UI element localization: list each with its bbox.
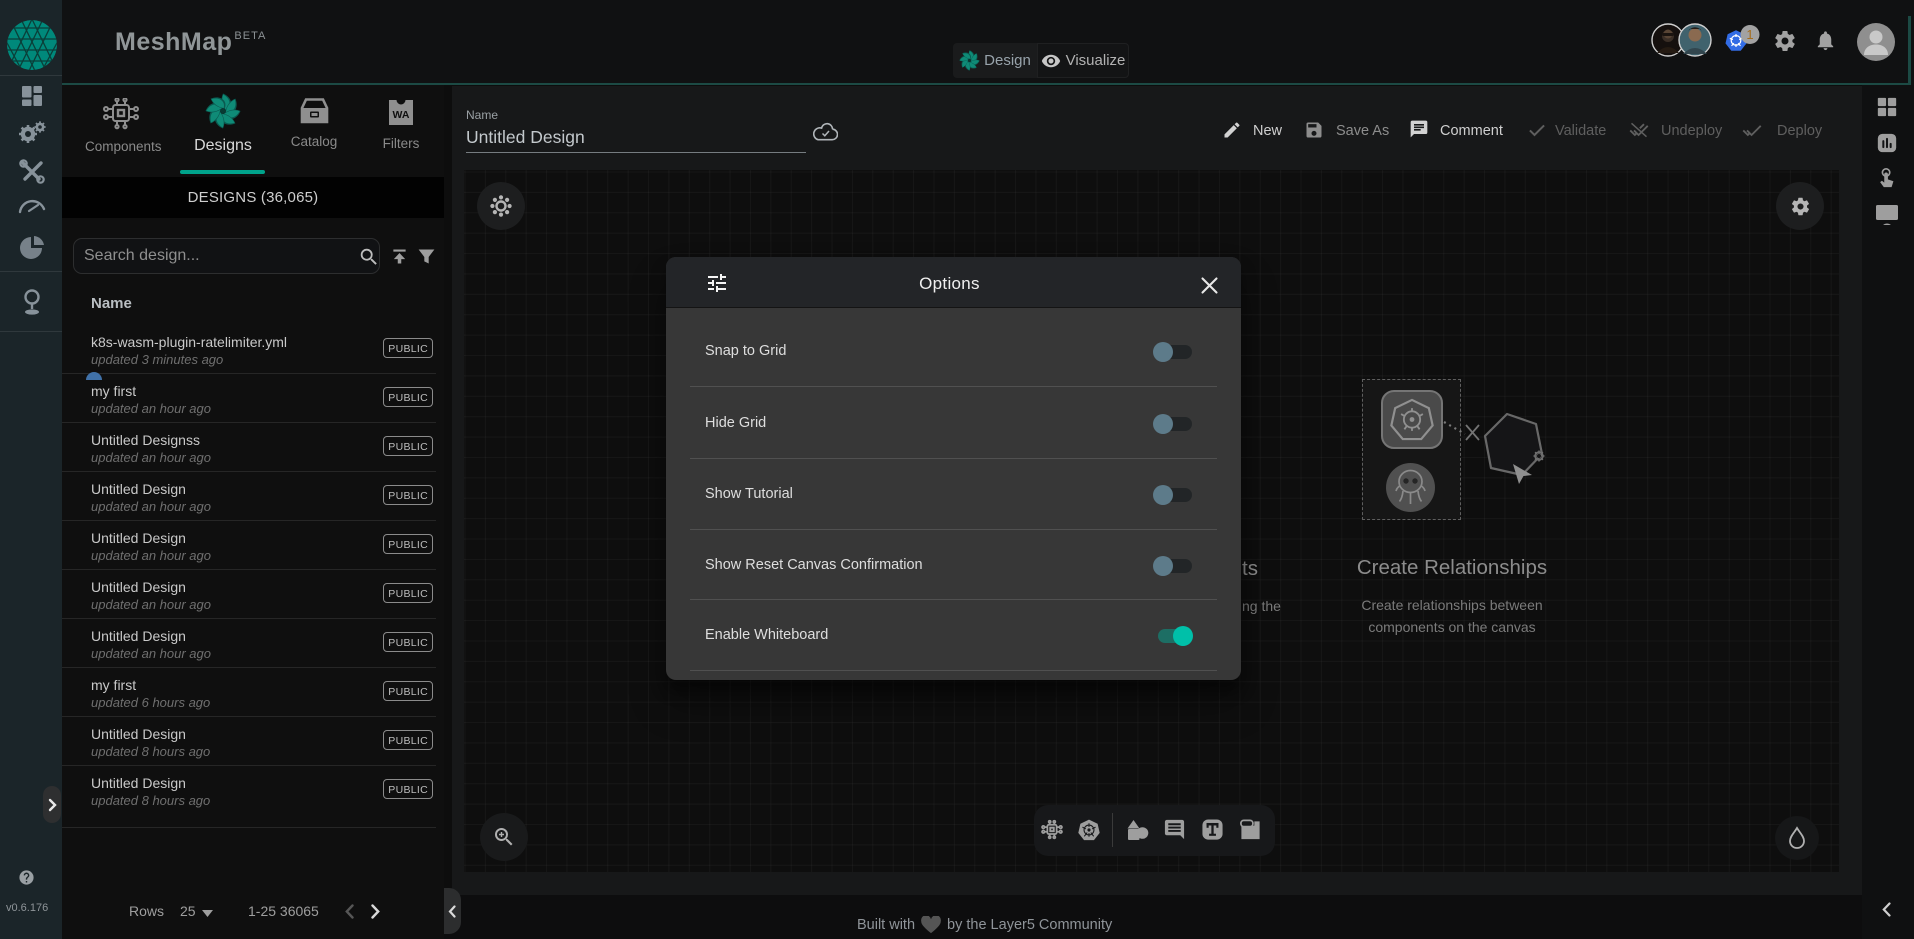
svg-text:1: 1 bbox=[1746, 27, 1753, 42]
svg-text:WA: WA bbox=[393, 109, 410, 121]
